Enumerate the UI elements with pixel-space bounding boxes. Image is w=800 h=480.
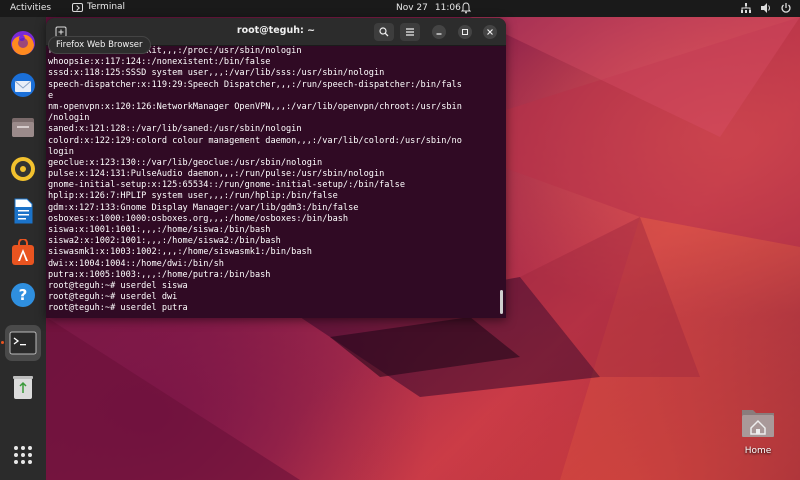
app-grid-icon — [14, 446, 32, 464]
terminal-line: sssd:x:118:125:SSSD system user,,,:/var/… — [48, 68, 385, 79]
dock-app-center[interactable] — [5, 235, 41, 271]
menu-button[interactable] — [400, 23, 420, 41]
terminal-line: siswa:x:1001:1001:,,,:/home/siswa:/bin/b… — [48, 225, 271, 235]
close-icon — [487, 29, 493, 35]
files-icon — [12, 118, 34, 137]
dock-show-apps[interactable] — [5, 437, 41, 473]
notification-bell-icon[interactable] — [460, 2, 472, 14]
dock-firefox[interactable] — [5, 25, 41, 61]
minimize-button[interactable] — [432, 25, 446, 39]
app-menu[interactable]: Terminal — [72, 2, 125, 12]
writer-icon — [14, 198, 33, 224]
dock-help[interactable]: ? — [5, 277, 41, 313]
terminal-line: e — [48, 90, 54, 101]
terminal-line: dwi:x:1004:1004::/home/dwi:/bin/sh — [48, 258, 224, 269]
dock-writer[interactable] — [5, 193, 41, 229]
clock-date: Nov 27 — [396, 3, 428, 13]
minimize-icon — [436, 33, 442, 35]
terminal-line: whoopsie:x:117:124::/nonexistent:/bin/fa… — [48, 57, 271, 68]
thunderbird-icon — [11, 73, 35, 97]
terminal-line: saned:x:121:128::/var/lib/saned:/usr/sbi… — [48, 124, 302, 135]
terminal-line: login — [48, 146, 74, 157]
dock-terminal[interactable] — [5, 325, 41, 361]
dock-files[interactable] — [5, 109, 41, 145]
dock-trash[interactable] — [5, 369, 41, 405]
rhythmbox-icon — [11, 157, 35, 181]
terminal-output[interactable]: r.........:realtimeKit,,,:/proc:/usr/sbi… — [48, 46, 496, 318]
terminal-line: gnome-initial-setup:x:125:65534::/run/gn… — [48, 180, 405, 191]
desktop-home-folder[interactable]: Home — [734, 406, 782, 456]
terminal-line: hplip:x:126:7:HPLIP system user,,,:/run/… — [48, 191, 338, 202]
close-button[interactable] — [483, 25, 497, 39]
terminal-line: siswa2:x:1002:1001:,,,:/home/siswa2:/bin… — [48, 236, 281, 247]
network-icon — [740, 2, 752, 14]
volume-icon — [760, 2, 772, 14]
dock-tooltip: Firefox Web Browser — [48, 36, 151, 54]
terminal-line: colord:x:122:129:colord colour managemen… — [48, 135, 462, 146]
home-folder-label: Home — [744, 446, 772, 456]
svg-text:?: ? — [19, 286, 28, 304]
terminal-line: siswasmk1:x:1003:1002:,,,:/home/siswasmk… — [48, 247, 312, 258]
app-center-icon — [12, 239, 34, 265]
terminal-small-icon — [72, 2, 83, 12]
power-icon — [780, 2, 792, 14]
trash-icon — [13, 376, 33, 399]
clock-time: 11:06 — [434, 3, 461, 13]
terminal-line: nm-openvpn:x:120:126:NetworkManager Open… — [48, 101, 462, 112]
dock: ? — [0, 17, 46, 480]
terminal-line: pulse:x:124:131:PulseAudio daemon,,,:/ru… — [48, 169, 385, 180]
terminal-icon — [9, 331, 37, 355]
terminal-line: root@teguh:~# userdel siswa — [48, 280, 188, 291]
terminal-line: osboxes:x:1000:1000:osboxes.org,,,:/home… — [48, 213, 349, 224]
maximize-icon — [462, 29, 468, 35]
terminal-line: putra:x:1005:1003:,,,:/home/putra:/bin/b… — [48, 269, 271, 280]
terminal-line: geoclue:x:123:130::/var/lib/geoclue:/usr… — [48, 157, 323, 168]
search-button[interactable] — [374, 23, 394, 41]
terminal-line: speech-dispatcher:x:119:29:Speech Dispat… — [48, 79, 462, 90]
terminal-scrollbar[interactable] — [500, 290, 503, 314]
top-bar: Activities Terminal Nov 27 11:06 — [0, 0, 800, 17]
activities-button[interactable]: Activities — [10, 3, 51, 13]
firefox-icon — [11, 31, 35, 56]
terminal-line: root@teguh:~# userdel putra — [48, 303, 188, 314]
dock-thunderbird[interactable] — [5, 67, 41, 103]
maximize-button[interactable] — [458, 25, 472, 39]
system-tray[interactable] — [740, 2, 792, 14]
terminal-window[interactable]: root@teguh: ~ r.........:realtimeKit,,,:… — [46, 18, 506, 318]
app-menu-label: Terminal — [87, 2, 126, 12]
hamburger-menu-icon — [406, 28, 414, 36]
terminal-line: root@teguh:~# userdel dwi — [48, 292, 178, 303]
search-icon — [379, 27, 389, 37]
running-indicator — [1, 341, 4, 344]
terminal-line: /nologin — [48, 113, 90, 124]
clock[interactable]: Nov 27 11:06 — [396, 3, 461, 13]
help-icon: ? — [11, 283, 35, 307]
home-folder-icon — [740, 406, 776, 440]
terminal-line: gdm:x:127:133:Gnome Display Manager:/var… — [48, 202, 359, 213]
dock-rhythmbox[interactable] — [5, 151, 41, 187]
